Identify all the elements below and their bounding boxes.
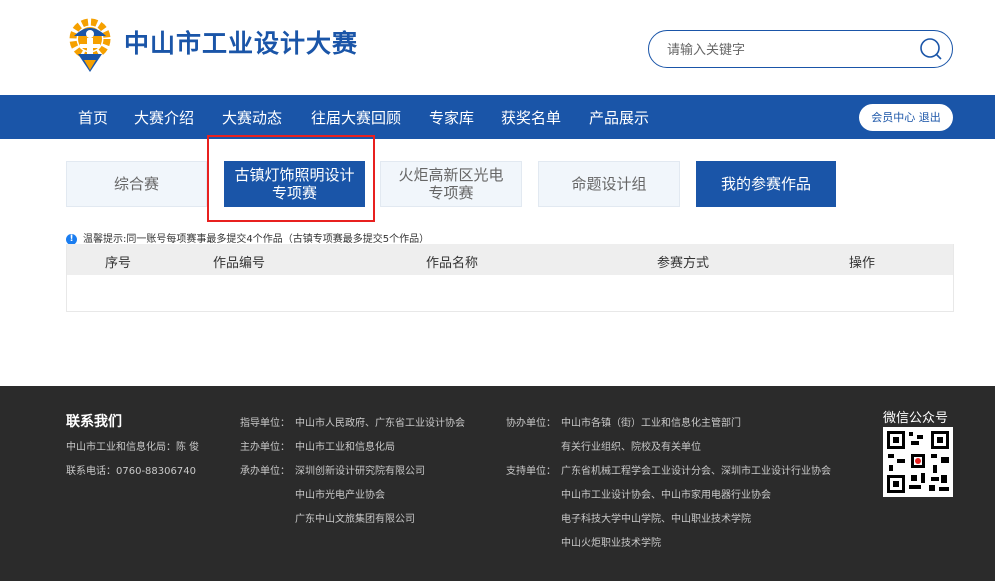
logo[interactable]: 中山市工业设计大赛	[64, 14, 364, 78]
coorg-value: 有关行业组织、院校及有关单位	[561, 442, 701, 453]
member-center-link[interactable]: 会员中心	[871, 111, 915, 124]
guide-value: 中山市人民政府、广东省工业设计协会	[295, 418, 465, 429]
column-header-participation-mode: 参赛方式	[657, 256, 710, 271]
tab-torch-optoelectronic[interactable]: 火炬高新区光电 专项赛	[380, 161, 522, 207]
tab-proposition-design[interactable]: 命题设计组	[538, 161, 680, 207]
tab-comprehensive[interactable]: 综合赛	[66, 161, 207, 207]
site-title: 中山市工业设计大赛	[124, 29, 359, 58]
table-header: 序号 作品编号 作品名称 参赛方式 操作	[67, 244, 953, 275]
gear-logo-icon	[69, 18, 111, 72]
search-input[interactable]	[665, 39, 909, 61]
host-value: 中山市工业和信息化局	[295, 442, 395, 453]
wechat-title: 微信公众号	[883, 411, 949, 426]
column-header-index: 序号	[105, 256, 132, 271]
guide-label: 指导单位：	[240, 418, 290, 429]
footer: 联系我们 中山市工业和信息化局：陈 俊 联系电话：0760-88306740 指…	[0, 386, 995, 581]
organizer-value: 广东中山文旅集团有限公司	[295, 514, 415, 525]
organizer-label: 承办单位：	[240, 466, 290, 477]
tip-notice: ! 温馨提示:同一账号每项赛事最多提交4个作品（古镇专项赛最多提交5个作品）	[66, 230, 429, 245]
nav-item-home[interactable]: 首页	[78, 107, 108, 128]
tab-label: 我的参赛作品	[720, 175, 811, 193]
host-label: 主办单位：	[240, 442, 290, 453]
contact-line: 中山市工业和信息化局：陈 俊	[66, 442, 200, 453]
contact-title: 联系我们	[66, 414, 122, 430]
organizer-value: 深圳创新设计研究院有限公司	[295, 466, 425, 477]
column-header-actions: 操作	[849, 256, 876, 271]
main-nav: 首页 大赛介绍 大赛动态 往届大赛回顾 专家库 获奖名单 产品展示 会员中心 退…	[0, 95, 995, 139]
support-value: 广东省机械工程学会工业设计分会、深圳市工业设计行业协会	[561, 466, 831, 477]
logout-link[interactable]: 退出	[919, 111, 941, 124]
tab-my-entries[interactable]: 我的参赛作品	[696, 161, 836, 207]
nav-item-intro[interactable]: 大赛介绍	[134, 107, 194, 128]
support-value: 中山市工业设计协会、中山市家用电器行业协会	[561, 490, 771, 501]
qr-code-icon	[883, 427, 953, 497]
tab-label-line1: 火炬高新区光电	[398, 166, 504, 184]
coorg-label: 协办单位：	[506, 418, 556, 429]
info-icon: !	[66, 233, 77, 245]
tab-label-line2: 专项赛	[428, 184, 474, 202]
header: 中山市工业设计大赛	[0, 0, 995, 95]
nav-item-experts[interactable]: 专家库	[429, 107, 474, 128]
nav-item-products[interactable]: 产品展示	[589, 107, 649, 128]
member-center-button[interactable]: 会员中心 退出	[859, 104, 953, 131]
coorg-value: 中山市各镇（街）工业和信息化主管部门	[561, 418, 741, 429]
tab-label: 命题设计组	[571, 175, 647, 193]
organizer-value: 中山市光电产业协会	[295, 490, 385, 501]
nav-item-review[interactable]: 往届大赛回顾	[311, 107, 401, 128]
entries-table: 序号 作品编号 作品名称 参赛方式 操作	[66, 244, 954, 312]
column-header-entry-number: 作品编号	[213, 256, 266, 271]
nav-item-news[interactable]: 大赛动态	[222, 107, 282, 128]
support-value: 电子科技大学中山学院、中山职业技术学院	[561, 514, 751, 525]
support-label: 支持单位：	[506, 466, 556, 477]
support-value: 中山火炬职业技术学院	[561, 538, 661, 549]
search-box[interactable]	[648, 30, 953, 68]
contact-phone: 联系电话：0760-88306740	[66, 466, 196, 477]
tab-label: 综合赛	[113, 175, 159, 193]
column-header-entry-name: 作品名称	[426, 256, 479, 271]
competition-tabs: 综合赛 古镇灯饰照明设计 专项赛 火炬高新区光电 专项赛 命题设计组 我的参赛作…	[0, 139, 995, 229]
search-icon[interactable]	[919, 37, 943, 61]
wechat-qr-code	[883, 427, 953, 497]
nav-item-winners[interactable]: 获奖名单	[501, 107, 561, 128]
highlight-box	[207, 135, 375, 222]
